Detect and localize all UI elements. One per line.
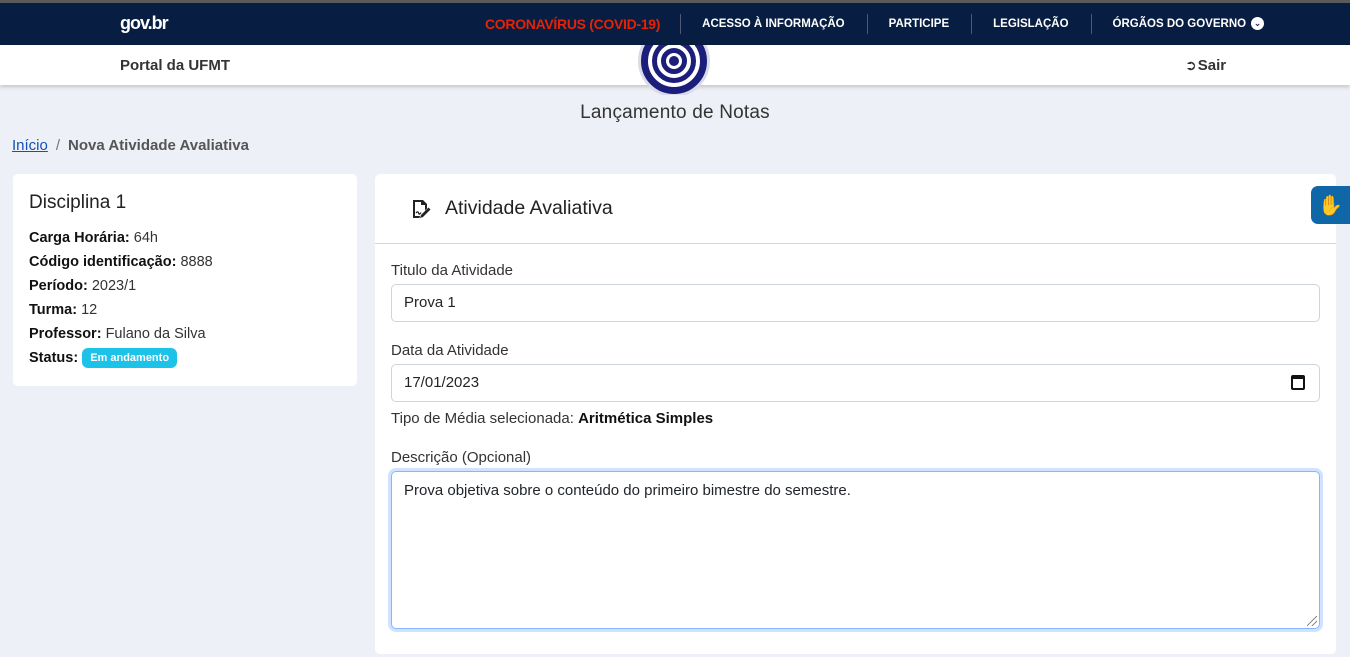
nav-participe[interactable]: PARTICIPE <box>866 14 972 34</box>
discipline-card: Disciplina 1 Carga Horária: 64h Código i… <box>13 174 357 386</box>
nav-acesso-informacao[interactable]: ACESSO À INFORMAÇÃO <box>680 14 866 34</box>
nav-coronavirus[interactable]: CORONAVÍRUS (COVID-19) <box>475 14 680 34</box>
logout-button[interactable]: ➲Sair <box>1185 57 1226 74</box>
discipline-workload: Carga Horária: 64h <box>29 230 158 246</box>
calendar-icon[interactable] <box>1291 375 1305 390</box>
nav-orgaos-label: ÓRGÃOS DO GOVERNO <box>1112 18 1247 30</box>
resize-handle[interactable] <box>1307 616 1317 626</box>
date-label: Data da Atividade <box>391 342 509 359</box>
edit-document-icon <box>413 199 431 218</box>
chevron-down-icon: ⌄ <box>1251 17 1265 30</box>
date-input[interactable]: 17/01/2023 <box>391 364 1320 402</box>
discipline-class: Turma: 12 <box>29 302 98 318</box>
discipline-status: Status: Em andamento <box>29 346 341 370</box>
discipline-code: Código identificação: 8888 <box>29 254 213 270</box>
breadcrumb-separator: / <box>55 137 61 154</box>
ufmt-seal-logo <box>638 45 710 95</box>
sign-language-icon[interactable]: ✋ <box>1311 186 1350 224</box>
discipline-professor: Professor: Fulano da Silva <box>29 326 206 342</box>
average-label: Tipo de Média selecionada: <box>391 410 574 427</box>
portal-title[interactable]: Portal da UFMT <box>120 57 230 74</box>
activity-heading: Atividade Avaliativa <box>445 197 613 219</box>
breadcrumb-current: Nova Atividade Avaliativa <box>68 137 249 154</box>
status-badge: Em andamento <box>82 348 178 368</box>
breadcrumb: Início / Nova Atividade Avaliativa <box>12 137 249 154</box>
title-label: Titulo da Atividade <box>391 262 514 279</box>
description-label: Descrição (Opcional) <box>391 449 532 466</box>
activity-form: Titulo da Atividade Prova 1 Data da Ativ… <box>375 244 1336 629</box>
activity-card: Atividade Avaliativa Titulo da Atividade… <box>375 174 1336 654</box>
nav-legislacao[interactable]: LEGISLAÇÃO <box>971 14 1090 34</box>
discipline-name: Disciplina 1 <box>29 192 127 213</box>
page-title: Lançamento de Notas <box>580 102 770 123</box>
date-value: 17/01/2023 <box>404 374 480 391</box>
nav-orgaos-governo[interactable]: ÓRGÃOS DO GOVERNO ⌄ <box>1090 14 1287 34</box>
title-input[interactable]: Prova 1 <box>391 284 1320 322</box>
logout-label: Sair <box>1197 57 1227 74</box>
logout-icon: ➲ <box>1185 57 1197 73</box>
gov-nav: CORONAVÍRUS (COVID-19) ACESSO À INFORMAÇ… <box>475 3 1286 45</box>
activity-card-header: Atividade Avaliativa <box>375 174 1336 244</box>
description-value: Prova objetiva sobre o conteúdo do prime… <box>404 482 851 499</box>
average-type: Tipo de Média selecionada: Aritmética Si… <box>391 410 1320 427</box>
gov-topbar: gov.br CORONAVÍRUS (COVID-19) ACESSO À I… <box>0 0 1350 45</box>
breadcrumb-home-link[interactable]: Início <box>12 137 48 154</box>
discipline-period: Período: 2023/1 <box>29 278 137 294</box>
average-value: Aritmética Simples <box>578 410 714 427</box>
description-textarea[interactable]: Prova objetiva sobre o conteúdo do prime… <box>391 471 1320 629</box>
govbr-logo[interactable]: gov.br <box>120 13 169 34</box>
